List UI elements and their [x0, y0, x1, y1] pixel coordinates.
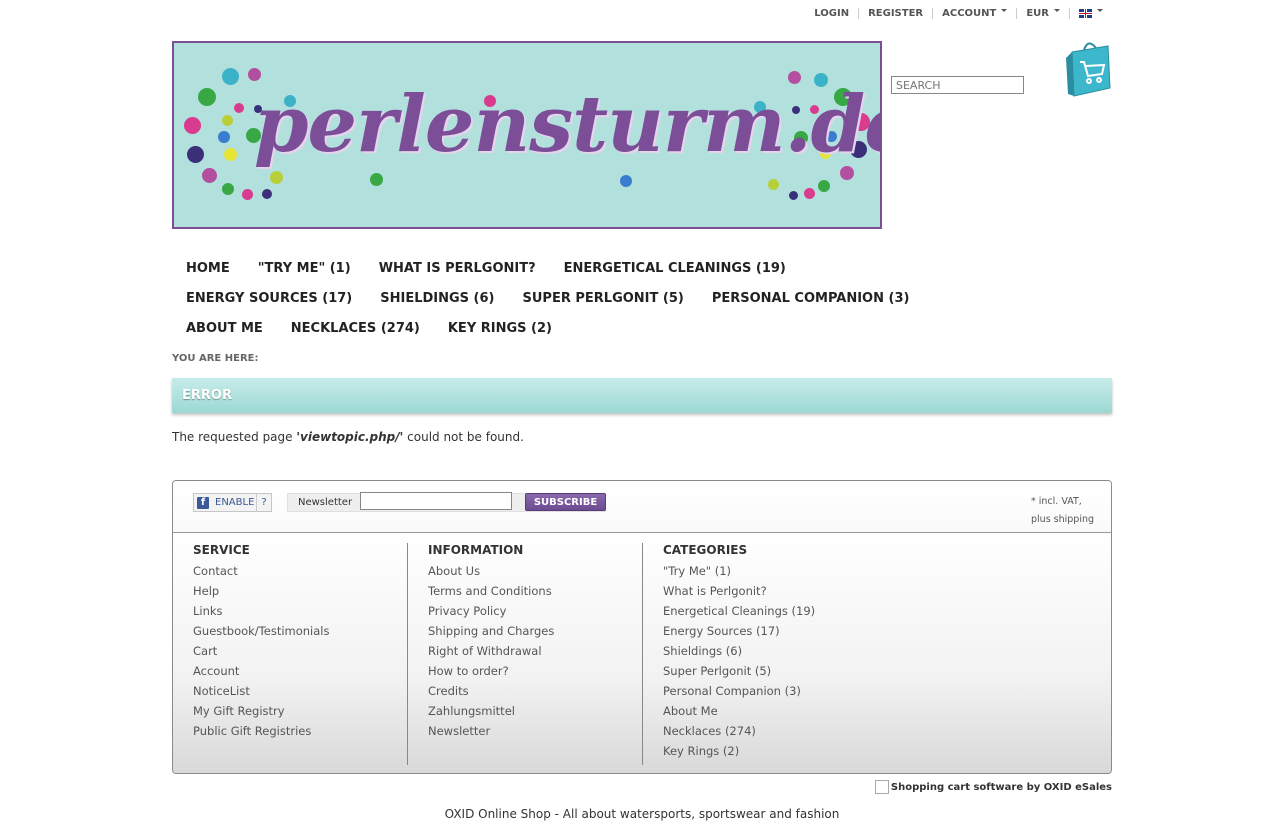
- register-label: REGISTER: [868, 8, 924, 19]
- shop-banner-logo[interactable]: perlensturm.de: [172, 41, 882, 229]
- footer-link-links[interactable]: Links: [193, 601, 329, 621]
- caret-down-icon: [1097, 9, 1103, 12]
- facebook-enable-button[interactable]: f ENABLE ?: [193, 493, 272, 512]
- footer-link-shipping[interactable]: Shipping and Charges: [428, 621, 554, 641]
- footer-category-about-me[interactable]: About Me: [663, 701, 815, 721]
- information-column: INFORMATION About Us Terms and Condition…: [428, 543, 554, 741]
- footer-link-public-gift-registries[interactable]: Public Gift Registries: [193, 721, 329, 741]
- account-label: ACCOUNT: [942, 8, 997, 19]
- top-bar: LOGIN REGISTER ACCOUNT EUR: [805, 8, 1112, 19]
- footer-link-terms[interactable]: Terms and Conditions: [428, 581, 554, 601]
- currency-dropdown[interactable]: EUR: [1017, 8, 1069, 19]
- error-text-before: The requested page: [172, 430, 297, 444]
- login-link[interactable]: LOGIN: [805, 8, 858, 19]
- nav-home[interactable]: HOME: [172, 261, 244, 276]
- error-page-name: 'viewtopic.php/': [296, 430, 404, 444]
- footer-link-withdrawal[interactable]: Right of Withdrawal: [428, 641, 554, 661]
- footer-category-energetical-cleanings[interactable]: Energetical Cleanings (19): [663, 601, 815, 621]
- main-navigation: HOME "TRY ME" (1) WHAT IS PERLGONIT? ENE…: [172, 253, 909, 343]
- facebook-icon: f: [197, 496, 209, 509]
- footer-link-newsletter[interactable]: Newsletter: [428, 721, 554, 741]
- footer-category-shieldings[interactable]: Shieldings (6): [663, 641, 815, 661]
- footer-link-guestbook[interactable]: Guestbook/Testimonials: [193, 621, 329, 641]
- footer-category-necklaces[interactable]: Necklaces (274): [663, 721, 815, 741]
- categories-title: CATEGORIES: [663, 543, 748, 557]
- footer-link-noticelist[interactable]: NoticeList: [193, 681, 329, 701]
- vat-note: * incl. VAT, plus shipping: [1031, 496, 1095, 525]
- nav-shieldings[interactable]: SHIELDINGS (6): [366, 291, 508, 306]
- service-column: SERVICE Contact Help Links Guestbook/Tes…: [193, 543, 329, 741]
- language-dropdown[interactable]: [1070, 9, 1112, 18]
- footer-link-cart[interactable]: Cart: [193, 641, 329, 661]
- shopping-cart-icon[interactable]: [1064, 38, 1112, 98]
- footer-link-about-us[interactable]: About Us: [428, 561, 554, 581]
- nav-energetical-cleanings[interactable]: ENERGETICAL CLEANINGS (19): [550, 261, 800, 276]
- uk-flag-icon: [1079, 9, 1092, 18]
- footer: f ENABLE ? Newsletter SUBSCRIBE * incl. …: [172, 480, 1112, 774]
- subscribe-button[interactable]: SUBSCRIBE: [525, 493, 606, 511]
- nav-personal-companion[interactable]: PERSONAL COMPANION (3): [698, 291, 924, 306]
- broken-image-icon: [874, 780, 889, 794]
- footer-category-personal-companion[interactable]: Personal Companion (3): [663, 681, 815, 701]
- newsletter-email-input[interactable]: [360, 492, 512, 510]
- service-title: SERVICE: [193, 543, 250, 557]
- footer-link-how-to-order[interactable]: How to order?: [428, 661, 554, 681]
- nav-super-perlgonit[interactable]: SUPER PERLGONIT (5): [509, 291, 698, 306]
- breadcrumb: YOU ARE HERE:: [172, 353, 259, 364]
- logo-text: perlensturm.de: [254, 79, 882, 170]
- categories-column: CATEGORIES "Try Me" (1) What is Perlgoni…: [663, 543, 815, 761]
- column-divider: [642, 543, 643, 765]
- footer-category-key-rings[interactable]: Key Rings (2): [663, 741, 815, 761]
- caret-down-icon: [1054, 9, 1060, 12]
- nav-what-is-perlgonit[interactable]: WHAT IS PERLGONIT?: [365, 261, 550, 276]
- account-dropdown[interactable]: ACCOUNT: [933, 8, 1016, 19]
- footer-link-help[interactable]: Help: [193, 581, 329, 601]
- newsletter-label: Newsletter: [298, 497, 353, 508]
- footer-link-my-gift-registry[interactable]: My Gift Registry: [193, 701, 329, 721]
- footer-link-credits[interactable]: Credits: [428, 681, 554, 701]
- register-link[interactable]: REGISTER: [859, 8, 932, 19]
- nav-energy-sources[interactable]: ENERGY SOURCES (17): [172, 291, 366, 306]
- caret-down-icon: [1001, 9, 1008, 12]
- page-title: ERROR: [182, 388, 232, 403]
- information-title: INFORMATION: [428, 543, 524, 557]
- facebook-help-button[interactable]: ?: [256, 494, 271, 511]
- currency-label: EUR: [1026, 8, 1049, 19]
- login-label: LOGIN: [814, 8, 850, 19]
- column-divider: [407, 543, 408, 765]
- footer-category-energy-sources[interactable]: Energy Sources (17): [663, 621, 815, 641]
- footer-link-account[interactable]: Account: [193, 661, 329, 681]
- footer-category-what-is-perlgonit[interactable]: What is Perlgonit?: [663, 581, 815, 601]
- error-message: The requested page 'viewtopic.php/' coul…: [172, 430, 524, 444]
- error-text-after: could not be found.: [403, 430, 524, 444]
- footer-category-try-me[interactable]: "Try Me" (1): [663, 561, 815, 581]
- nav-key-rings[interactable]: KEY RINGS (2): [434, 321, 566, 336]
- nav-about-me[interactable]: ABOUT ME: [172, 321, 277, 336]
- oxid-badge-link[interactable]: Shopping cart software by OXID eSales: [874, 780, 1112, 794]
- nav-necklaces[interactable]: NECKLACES (274): [277, 321, 434, 336]
- footer-columns: SERVICE Contact Help Links Guestbook/Tes…: [173, 533, 1111, 773]
- nav-try-me[interactable]: "TRY ME" (1): [244, 261, 365, 276]
- search-input[interactable]: [891, 76, 1024, 94]
- footer-link-zahlungsmittel[interactable]: Zahlungsmittel: [428, 701, 554, 721]
- footer-bar: f ENABLE ? Newsletter SUBSCRIBE * incl. …: [173, 481, 1111, 533]
- page-title-bar: ERROR: [172, 378, 1112, 413]
- footer-category-super-perlgonit[interactable]: Super Perlgonit (5): [663, 661, 815, 681]
- footer-link-contact[interactable]: Contact: [193, 561, 329, 581]
- oxid-badge-text: Shopping cart software by OXID eSales: [890, 781, 1112, 793]
- footer-link-privacy[interactable]: Privacy Policy: [428, 601, 554, 621]
- footer-tagline: OXID Online Shop - All about watersports…: [444, 807, 840, 821]
- facebook-enable-label: ENABLE: [215, 497, 255, 508]
